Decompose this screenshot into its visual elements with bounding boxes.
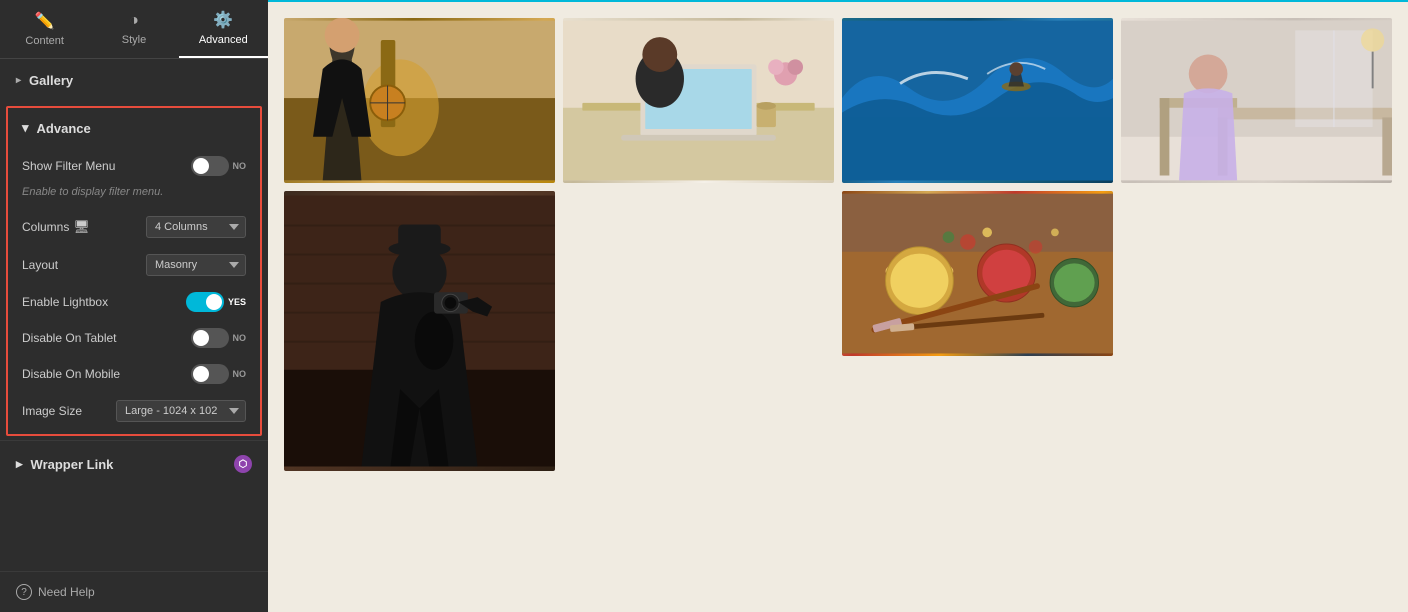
enable-lightbox-toggle-label: YES (228, 297, 246, 307)
toggle-knob-mobile (193, 366, 209, 382)
advance-section-label: Advance (37, 121, 91, 136)
gallery-empty-2 (1121, 191, 1392, 471)
gallery-row-1 (284, 18, 1392, 183)
gallery-row-2 (284, 191, 1392, 471)
disable-tablet-toggle-label: NO (233, 333, 247, 343)
disable-tablet-row: Disable On Tablet NO (8, 320, 260, 356)
help-label: Need Help (38, 585, 95, 599)
disable-mobile-row: Disable On Mobile NO (8, 356, 260, 392)
show-filter-menu-row: Show Filter Menu NO (8, 148, 260, 184)
wrapper-link-label: Wrapper Link (31, 457, 114, 472)
tab-content[interactable]: ✏️ Content (0, 0, 89, 58)
show-filter-menu-hint: Enable to display filter menu. (8, 184, 260, 208)
wrapper-link-icon: ⬡ (234, 455, 252, 473)
gallery-empty-1 (563, 191, 834, 471)
gallery-container (268, 0, 1408, 487)
guitar-image (284, 18, 555, 183)
toggle-knob-tablet (193, 330, 209, 346)
gallery-section-header[interactable]: ▸ Gallery (0, 59, 268, 102)
layout-select[interactable]: Masonry Grid Justified (146, 254, 246, 276)
show-filter-menu-toggle[interactable] (191, 156, 229, 176)
toggle-knob-lightbox (206, 294, 222, 310)
gallery-item-girl[interactable] (1121, 18, 1392, 183)
gallery-item-guitar[interactable] (284, 18, 555, 183)
tab-style-label: Style (122, 34, 146, 46)
gallery-section-label: Gallery (29, 73, 73, 88)
disable-mobile-label: Disable On Mobile (22, 367, 191, 381)
laptop-image (563, 18, 834, 183)
gallery-chevron: ▸ (16, 75, 21, 86)
enable-lightbox-label: Enable Lightbox (22, 295, 186, 309)
layout-label: Layout (22, 258, 140, 272)
wave-image (842, 18, 1113, 183)
show-filter-menu-toggle-wrapper: NO (191, 156, 247, 176)
columns-text: Columns (22, 220, 69, 234)
enable-lightbox-toggle[interactable] (186, 292, 224, 312)
paint-image (842, 191, 1113, 356)
sidebar-footer[interactable]: ? Need Help (0, 571, 268, 612)
advance-section: ▾ Advance Show Filter Menu NO Enable to … (6, 106, 262, 436)
main-content (268, 0, 1408, 612)
sidebar: ✏️ Content ◑ Style ⚙️ Advanced ▸ Gallery… (0, 0, 268, 612)
disable-mobile-toggle-label: NO (233, 369, 247, 379)
disable-tablet-label: Disable On Tablet (22, 331, 191, 345)
enable-lightbox-toggle-wrapper: YES (186, 292, 246, 312)
girl-image (1121, 18, 1392, 183)
show-filter-menu-toggle-label: NO (233, 161, 247, 171)
photographer-image (284, 191, 555, 471)
show-filter-menu-label: Show Filter Menu (22, 159, 191, 173)
tab-bar: ✏️ Content ◑ Style ⚙️ Advanced (0, 0, 268, 59)
image-size-row: Image Size Large - 1024 x 102 Thumbnail … (8, 392, 260, 434)
columns-label: Columns 🖥 (22, 219, 140, 235)
columns-row: Columns 🖥 4 Columns 1 Column 2 Columns 3… (8, 208, 260, 246)
image-size-label: Image Size (22, 404, 110, 418)
toggle-knob (193, 158, 209, 174)
tab-content-label: Content (25, 35, 64, 47)
content-icon: ✏️ (35, 11, 55, 31)
enable-lightbox-row: Enable Lightbox YES (8, 284, 260, 320)
gallery-item-wave[interactable] (842, 18, 1113, 183)
layout-row: Layout Masonry Grid Justified (8, 246, 260, 284)
tab-advanced[interactable]: ⚙️ Advanced (179, 0, 268, 58)
disable-tablet-toggle[interactable] (191, 328, 229, 348)
disable-mobile-toggle[interactable] (191, 364, 229, 384)
monitor-icon: 🖥 (73, 219, 90, 235)
advance-section-header[interactable]: ▾ Advance (8, 108, 260, 148)
image-size-select[interactable]: Large - 1024 x 102 Thumbnail Medium Full (116, 400, 246, 422)
help-icon: ? (16, 584, 32, 600)
advance-chevron: ▾ (22, 120, 29, 136)
tab-advanced-label: Advanced (199, 34, 248, 46)
wrapper-link-section[interactable]: ▸ Wrapper Link ⬡ (0, 440, 268, 487)
sidebar-content: ▸ Gallery ▾ Advance Show Filter Menu NO … (0, 59, 268, 571)
disable-tablet-toggle-wrapper: NO (191, 328, 247, 348)
tab-style[interactable]: ◑ Style (89, 0, 178, 58)
gallery-item-paint[interactable] (842, 191, 1113, 356)
style-icon: ◑ (129, 12, 139, 30)
columns-select[interactable]: 4 Columns 1 Column 2 Columns 3 Columns 5… (146, 216, 246, 238)
gallery-item-photographer[interactable] (284, 191, 555, 471)
wrapper-link-chevron: ▸ (16, 456, 23, 472)
gallery-item-laptop[interactable] (563, 18, 834, 183)
disable-mobile-toggle-wrapper: NO (191, 364, 247, 384)
advanced-icon: ⚙️ (213, 10, 233, 30)
